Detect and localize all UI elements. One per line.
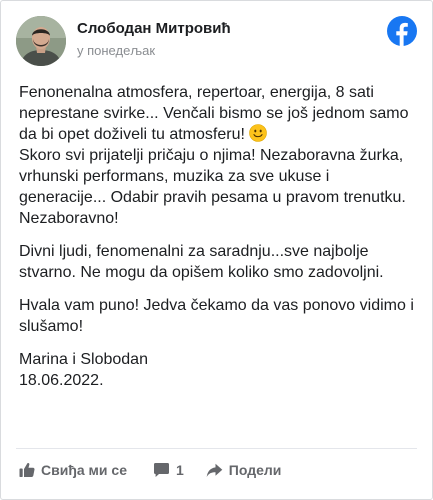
share-arrow-icon	[206, 463, 223, 477]
comment-button[interactable]: 1	[153, 462, 184, 478]
author-name[interactable]: Слободан Митровић	[77, 20, 231, 37]
facebook-logo-icon[interactable]	[387, 16, 417, 46]
facebook-post-card: Слободан Митровић у понедељак Fenonenaln…	[0, 0, 433, 500]
comment-count: 1	[175, 462, 184, 478]
post-paragraph: Divni ljudi, fenomenalni za saradnju...s…	[19, 243, 384, 281]
avatar[interactable]	[16, 16, 66, 66]
comment-icon	[153, 463, 169, 477]
post-actions: Свиђа ми се 1 Подели	[19, 460, 281, 480]
post-body: Fenonenalna atmosfera, repertoar, energi…	[19, 82, 419, 403]
post-header: Слободан Митровић у понедељак	[16, 16, 417, 66]
signature-date: 18.06.2022.	[19, 372, 104, 389]
like-label: Свиђа ми се	[41, 462, 127, 478]
post-signature: Marina i Slobodan 18.06.2022.	[19, 349, 419, 391]
thumbs-up-icon	[19, 463, 35, 477]
signature-names: Marina i Slobodan	[19, 351, 148, 368]
post-paragraph: Fenonenalna atmosfera, repertoar, energi…	[19, 82, 419, 229]
post-paragraph: Hvala vam puno! Jedva čekamo da vas pono…	[19, 297, 414, 335]
slightly-smiling-face-emoji-icon	[249, 124, 268, 142]
post-paragraph-text: Fenonenalna atmosfera, repertoar, energi…	[19, 84, 409, 143]
actions-divider	[16, 448, 417, 449]
share-label: Подели	[228, 462, 282, 478]
like-button[interactable]: Свиђа ми се	[19, 462, 127, 478]
post-paragraph-text: Skoro svi prijatelji pričaju o njima! Ne…	[19, 147, 406, 227]
post-timestamp[interactable]: у понедељак	[77, 43, 155, 58]
share-button[interactable]: Подели	[206, 462, 282, 478]
